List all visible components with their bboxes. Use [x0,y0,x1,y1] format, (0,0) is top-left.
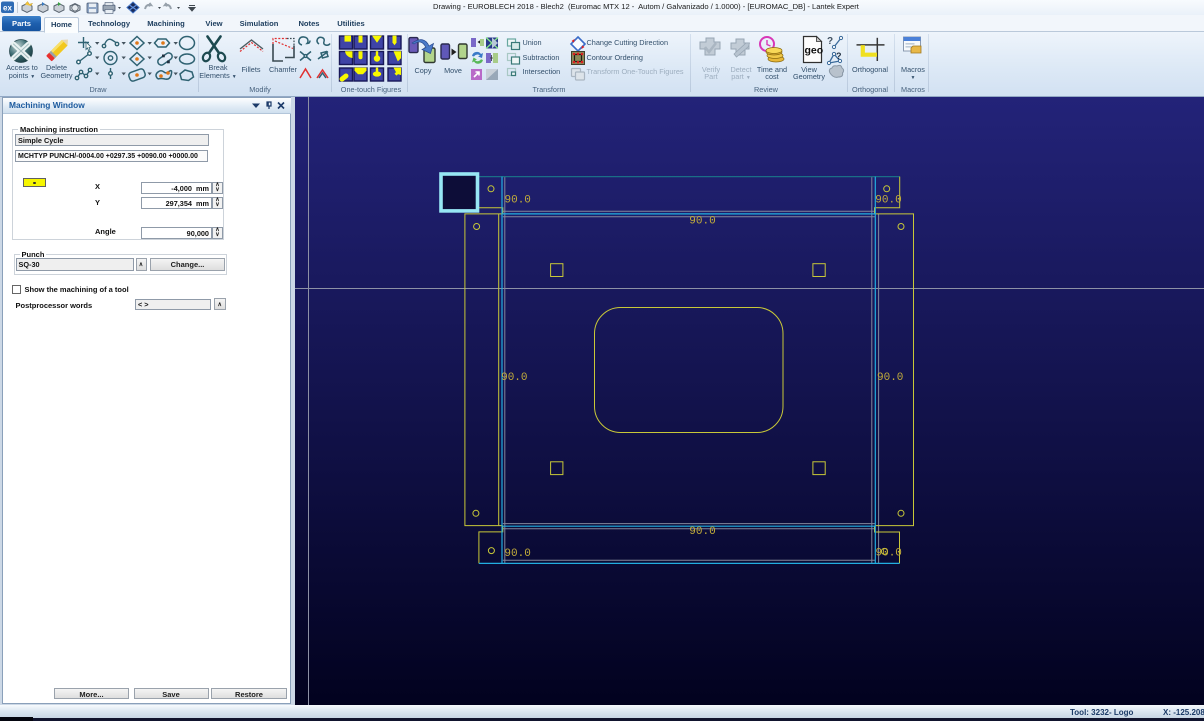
svg-text:90.0: 90.0 [505,195,531,207]
svg-text:?: ? [827,36,833,47]
svg-text:90.0: 90.0 [875,195,901,207]
svg-text:90.0: 90.0 [504,548,530,560]
svg-text:geo: geo [805,45,824,57]
svg-text:90.0: 90.0 [689,526,715,538]
svg-text:ex: ex [3,4,12,13]
svg-text:90.0: 90.0 [877,372,903,384]
svg-text:90.0: 90.0 [876,548,902,560]
svg-text:90.0: 90.0 [689,216,715,228]
svg-text:?: ? [836,51,842,61]
svg-text:90.0: 90.0 [501,372,527,384]
